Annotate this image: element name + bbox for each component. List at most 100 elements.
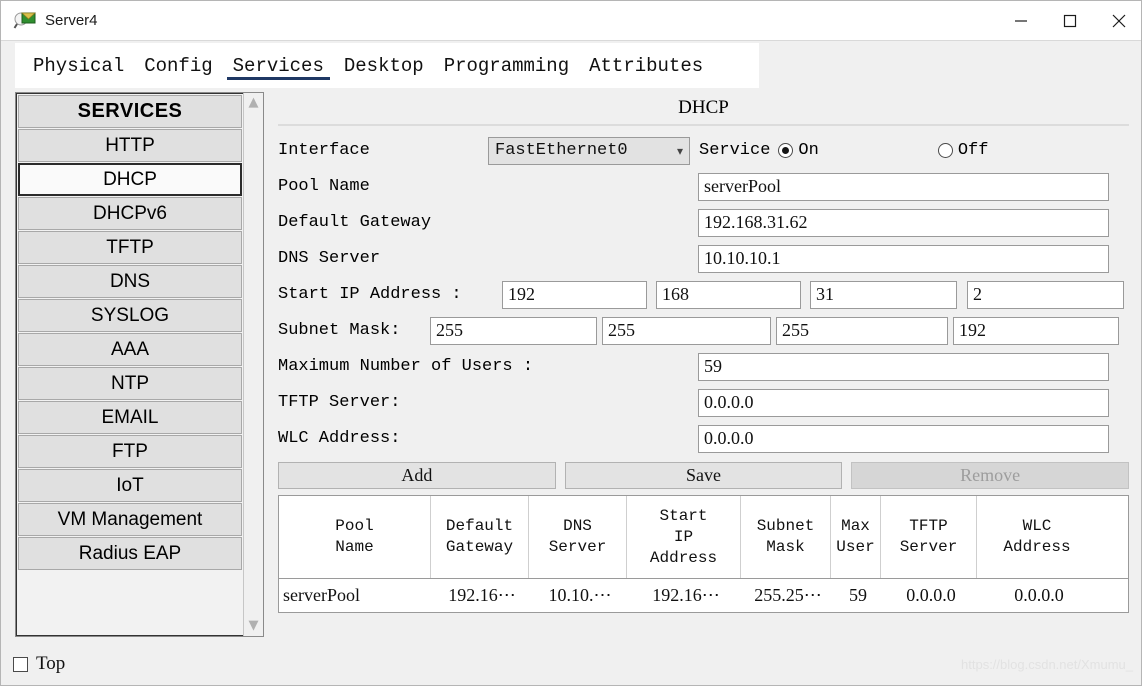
- service-off-option[interactable]: Off: [934, 141, 989, 160]
- table-header-word: TFTP: [909, 517, 948, 535]
- sidebar-item-tftp[interactable]: TFTP: [18, 231, 242, 264]
- start-ip-octet-1[interactable]: 192: [502, 280, 647, 309]
- service-on-option[interactable]: On: [774, 141, 819, 160]
- table-header-word: Max: [841, 517, 870, 535]
- subnet-mask-octet-4[interactable]: 192: [953, 316, 1119, 345]
- sidebar-item-ntp[interactable]: NTP: [18, 367, 242, 400]
- subnet-mask-label: Subnet Mask:: [278, 321, 401, 340]
- bottom-bar: Top https://blog.csdn.net/Xmumu_: [1, 641, 1141, 685]
- default-gateway-input[interactable]: 192.168.31.62: [698, 208, 1109, 237]
- service-off-label: Off: [957, 141, 989, 160]
- table-header-word: Pool: [335, 517, 374, 535]
- table-cell: 192.16⋯: [448, 585, 516, 605]
- table-header-word: Start: [659, 506, 708, 525]
- tab-desktop[interactable]: Desktop: [334, 44, 434, 88]
- table-header-word: Default: [445, 517, 514, 535]
- table-cell: 255.25⋯: [754, 585, 822, 605]
- max-users-label: Maximum Number of Users :: [278, 357, 534, 376]
- dns-server-input[interactable]: 10.10.10.1: [698, 244, 1109, 273]
- sidebar-item-aaa[interactable]: AAA: [18, 333, 242, 366]
- pool-name-row: Pool Name serverPool: [278, 171, 1129, 202]
- default-gateway-label: Default Gateway: [278, 213, 432, 232]
- maximize-icon[interactable]: [1045, 1, 1094, 40]
- service-off-radio[interactable]: [937, 143, 953, 158]
- interface-select-value: FastEthernet0: [495, 141, 628, 160]
- interface-select[interactable]: FastEthernet0 ▾: [488, 136, 690, 165]
- sidebar-item-syslog[interactable]: SYSLOG: [18, 299, 242, 332]
- sidebar-scrollbar[interactable]: ▲ ▼: [243, 93, 263, 636]
- tab-programming[interactable]: Programming: [434, 44, 579, 88]
- sidebar-item-ftp[interactable]: FTP: [18, 435, 242, 468]
- tftp-server-row: TFTP Server: 0.0.0.0: [278, 387, 1129, 418]
- sidebar-item-radius-eap[interactable]: Radius EAP: [18, 537, 242, 570]
- table-header-cell: Max User: [831, 496, 881, 578]
- table-row[interactable]: serverPool 192.16⋯ 10.10.⋯ 192.16⋯ 255.25⋯ 59…: [279, 578, 1128, 612]
- panel-divider: [278, 124, 1129, 126]
- minimize-icon[interactable]: [996, 1, 1045, 40]
- interface-label: Interface: [278, 141, 370, 160]
- start-ip-octet-3[interactable]: 31: [810, 280, 957, 309]
- table-header-cell: Start IP Address: [627, 496, 741, 578]
- save-button[interactable]: Save: [564, 462, 843, 489]
- sidebar-item-iot[interactable]: IoT: [18, 469, 242, 502]
- table-cell: serverPool: [283, 585, 360, 605]
- table-header-word: Mask: [766, 538, 805, 556]
- pool-name-input[interactable]: serverPool: [698, 172, 1109, 201]
- table-header-word: DNS: [563, 517, 592, 535]
- table-header-cell: WLC Address: [977, 496, 1097, 578]
- content-area: SERVICES HTTP DHCP DHCPv6 TFTP DNS SYSLOG AAA NT…: [1, 88, 1141, 641]
- default-gateway-row: Default Gateway 192.168.31.62: [278, 207, 1129, 238]
- top-checkbox[interactable]: [13, 656, 28, 672]
- start-ip-label: Start IP Address :: [278, 285, 462, 304]
- sidebar-item-dhcp[interactable]: DHCP: [18, 163, 242, 196]
- window-controls: [996, 1, 1141, 40]
- services-list: SERVICES HTTP DHCP DHCPv6 TFTP DNS SYSLOG AAA NT…: [16, 93, 243, 636]
- chevron-down-icon: ▾: [676, 143, 683, 158]
- table-header-cell: DNS Server: [529, 496, 627, 578]
- table-cell: 59: [849, 585, 867, 605]
- sidebar-item-dhcpv6[interactable]: DHCPv6: [18, 197, 242, 230]
- service-on-radio[interactable]: [778, 143, 794, 158]
- start-ip-octet-4[interactable]: 2: [967, 280, 1124, 309]
- watermark: https://blog.csdn.net/Xmumu_: [961, 656, 1133, 672]
- sidebar-item-email[interactable]: EMAIL: [18, 401, 242, 434]
- table-header-word: IP: [673, 527, 694, 546]
- subnet-mask-octet-3[interactable]: 255: [776, 316, 948, 345]
- table-header-row: Pool Name Default Gateway DNS Server Start IP Ad…: [279, 495, 1128, 578]
- remove-button[interactable]: Remove: [851, 462, 1130, 489]
- services-sidebar: SERVICES HTTP DHCP DHCPv6 TFTP DNS SYSLOG AAA NT…: [15, 92, 264, 637]
- top-checkbox-label: Top: [36, 653, 66, 674]
- wlc-address-input[interactable]: 0.0.0.0: [698, 424, 1109, 453]
- add-button[interactable]: Add: [278, 462, 556, 489]
- title-bar: Server4: [1, 1, 1141, 40]
- table-header-word: Subnet: [756, 517, 815, 535]
- tab-physical[interactable]: Physical: [23, 44, 134, 88]
- table-header-cell: Default Gateway: [431, 496, 529, 578]
- tab-config[interactable]: Config: [134, 44, 222, 88]
- table-body: serverPool 192.16⋯ 10.10.⋯ 192.16⋯ 255.25⋯ 59…: [279, 578, 1128, 612]
- chevron-down-icon[interactable]: ▼: [249, 619, 259, 632]
- tab-services[interactable]: Services: [223, 44, 334, 88]
- subnet-mask-octet-1[interactable]: 255: [430, 316, 597, 345]
- sidebar-item-dns[interactable]: DNS: [18, 265, 242, 298]
- tftp-server-input[interactable]: 0.0.0.0: [698, 388, 1109, 417]
- table-header-word: User: [836, 538, 875, 556]
- table-header-cell: Subnet Mask: [741, 496, 831, 578]
- tab-attributes[interactable]: Attributes: [579, 44, 713, 88]
- table-header-word: Address: [649, 548, 718, 567]
- sidebar-item-http[interactable]: HTTP: [18, 129, 242, 162]
- max-users-input[interactable]: 59: [698, 352, 1109, 381]
- server-magnifier-icon: [13, 9, 37, 33]
- sidebar-item-vm-management[interactable]: VM Management: [18, 503, 242, 536]
- dns-server-row: DNS Server 10.10.10.1: [278, 243, 1129, 274]
- window-title: Server4: [45, 12, 98, 29]
- table-header-cell: Pool Name: [279, 496, 431, 578]
- start-ip-octet-2[interactable]: 168: [656, 280, 801, 309]
- chevron-up-icon[interactable]: ▲: [249, 96, 259, 109]
- table-header-word: WLC: [1022, 517, 1052, 535]
- wlc-address-label: WLC Address:: [278, 429, 401, 448]
- close-icon[interactable]: [1094, 1, 1141, 40]
- services-header: SERVICES: [18, 95, 242, 128]
- pool-name-label: Pool Name: [278, 177, 370, 196]
- subnet-mask-octet-2[interactable]: 255: [602, 316, 771, 345]
